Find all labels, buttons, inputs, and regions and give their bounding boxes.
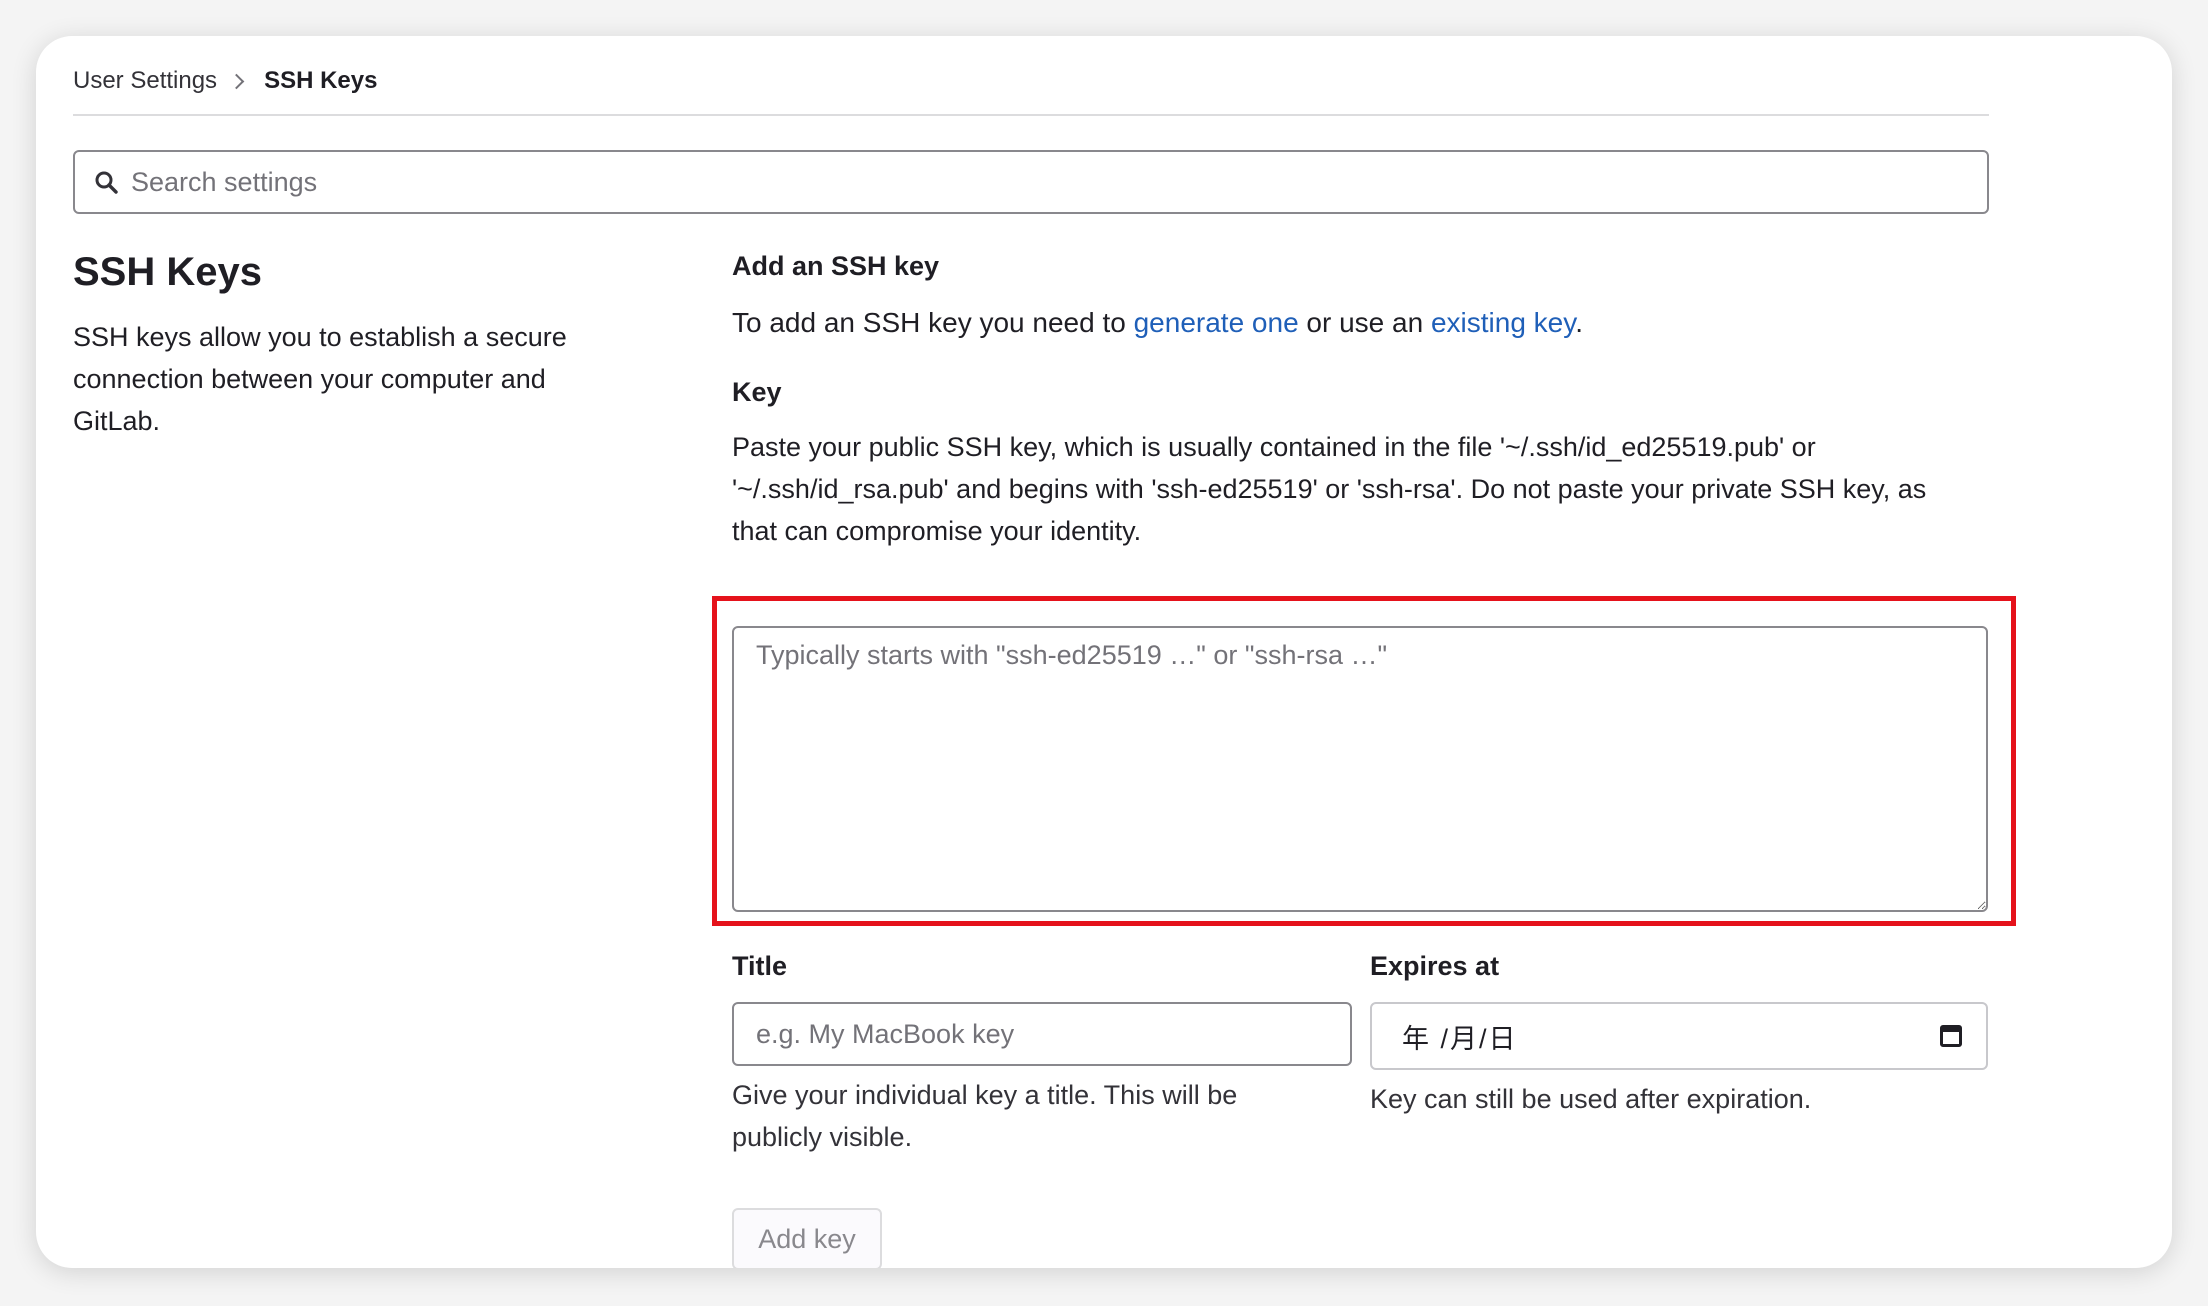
section-info: SSH Keys SSH keys allow you to establish…: [73, 246, 633, 442]
chevron-right-icon: [228, 73, 245, 89]
existing-key-link[interactable]: existing key: [1431, 307, 1575, 338]
title-label: Title: [732, 951, 788, 981]
add-key-form: Add an SSH key To add an SSH key you nee…: [732, 246, 1988, 552]
expires-help-text: Key can still be used after expiration.: [1370, 1084, 1812, 1114]
intro-prefix: To add an SSH key you need to: [732, 307, 1134, 338]
breadcrumb-divider: [73, 114, 1989, 116]
search-bar: [73, 150, 1989, 214]
title-input[interactable]: [732, 1002, 1352, 1066]
breadcrumb-user-settings[interactable]: User Settings: [73, 67, 217, 95]
settings-page: User Settings SSH Keys SSH Keys SSH keys…: [36, 36, 2172, 1268]
search-input[interactable]: [129, 156, 1933, 208]
search-icon: [93, 169, 119, 195]
intro-suffix: .: [1575, 307, 1583, 338]
key-help-text: Paste your public SSH key, which is usua…: [732, 432, 1927, 546]
add-key-heading: Add an SSH key: [732, 251, 940, 281]
breadcrumb: User Settings SSH Keys: [73, 56, 377, 106]
intro-middle: or use an: [1298, 307, 1431, 338]
key-textarea[interactable]: [732, 626, 1988, 912]
add-key-button[interactable]: Add key: [732, 1208, 882, 1268]
key-label: Key: [732, 377, 782, 407]
expires-label: Expires at: [1370, 951, 1500, 981]
generate-one-link[interactable]: generate one: [1134, 307, 1299, 338]
section-description: SSH keys allow you to establish a secure…: [73, 322, 567, 436]
date-placeholder: 年 /月/日: [1402, 1023, 1518, 1054]
expires-date-input[interactable]: 年 /月/日: [1370, 1002, 1988, 1070]
breadcrumb-ssh-keys: SSH Keys: [264, 67, 378, 94]
add-key-intro: To add an SSH key you need to generate o…: [732, 302, 1988, 344]
calendar-icon[interactable]: [1940, 1025, 1962, 1047]
title-help-text: Give your individual key a title. This w…: [732, 1080, 1238, 1152]
page-title: SSH Keys: [73, 250, 262, 294]
